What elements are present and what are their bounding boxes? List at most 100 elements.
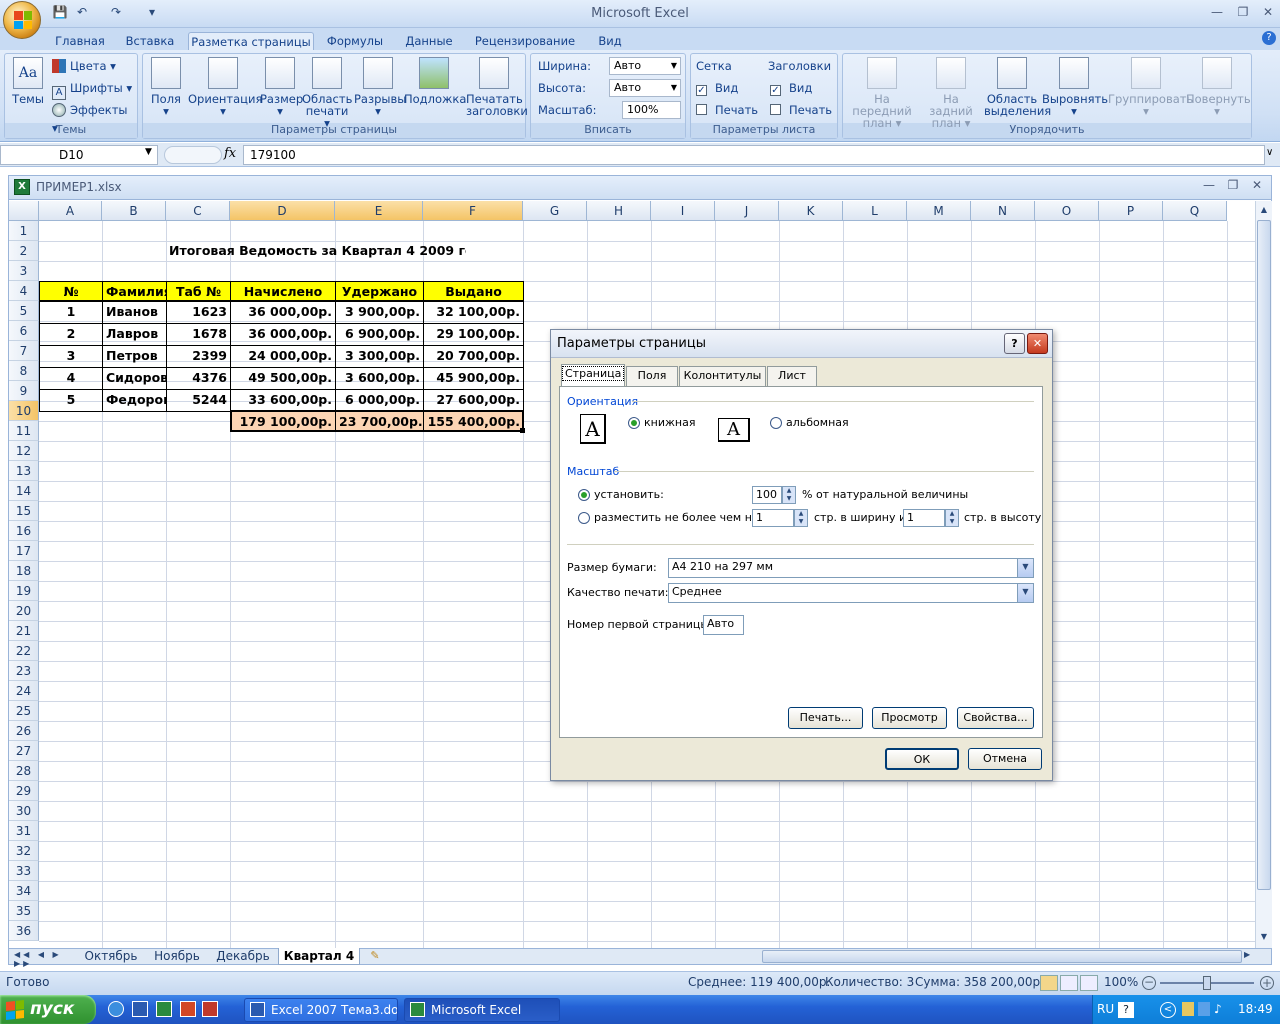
column-header-h[interactable]: H <box>587 201 651 221</box>
table-data-cell[interactable]: 24 000,00р. <box>230 345 336 368</box>
table-data-cell[interactable]: 1 <box>39 301 103 324</box>
row-header-28[interactable]: 28 <box>9 761 39 781</box>
restore-icon[interactable]: ❐ <box>1232 5 1254 23</box>
theme-effects-button[interactable]: Эффекты ▾ <box>52 101 136 135</box>
formula-input[interactable]: 179100 <box>243 145 1265 165</box>
row-header-29[interactable]: 29 <box>9 781 39 801</box>
taskbar-word-doc[interactable]: Excel 2007 Тема3.do... <box>244 998 398 1022</box>
table-header-cell[interactable]: Таб № <box>166 281 231 301</box>
tab-data[interactable]: Данные <box>398 32 460 52</box>
align-button[interactable]: Выровнять ▾ <box>1042 57 1108 119</box>
zoom-slider-thumb[interactable] <box>1203 976 1211 990</box>
cancel-button[interactable]: Отмена <box>968 748 1042 770</box>
table-data-cell[interactable]: 36 000,00р. <box>230 301 336 324</box>
headings-view-checkbox[interactable]: ✓ Вид <box>770 79 834 97</box>
horizontal-scroll-thumb[interactable] <box>762 950 1242 963</box>
portrait-radio[interactable] <box>628 417 640 429</box>
row-header-22[interactable]: 22 <box>9 641 39 661</box>
row-header-7[interactable]: 7 <box>9 341 39 361</box>
adjust-label[interactable]: установить: <box>594 488 664 501</box>
themes-button[interactable]: Aa Темы <box>8 57 48 119</box>
table-header-cell[interactable]: Удержано <box>335 281 424 301</box>
table-data-cell[interactable]: 36 000,00р. <box>230 323 336 346</box>
table-data-cell[interactable]: 1678 <box>166 323 231 346</box>
office-button[interactable] <box>3 1 41 39</box>
table-data-cell[interactable]: 20 700,00р. <box>423 345 524 368</box>
expand-formula-icon[interactable]: ∨ <box>1266 147 1273 158</box>
print-titles-button[interactable]: Печатать заголовки <box>466 57 528 119</box>
name-box[interactable]: D10 <box>0 145 158 165</box>
headings-print-checkbox[interactable]: Печать <box>770 101 834 119</box>
table-data-cell[interactable]: Федоров <box>102 389 167 412</box>
adjust-percent-input[interactable]: 100 <box>752 486 782 504</box>
fit-label[interactable]: разместить не более чем на: <box>594 511 762 524</box>
zoom-in-icon[interactable]: + <box>1260 976 1274 990</box>
fit-height-spinner[interactable]: ▲ ▼ <box>945 509 959 527</box>
adjust-radio[interactable] <box>578 489 590 501</box>
taskbar-excel[interactable]: Microsoft Excel <box>404 998 560 1022</box>
redo-icon[interactable]: ↷ <box>106 5 126 23</box>
total-cell[interactable]: 23 700,00р. <box>335 411 424 431</box>
landscape-label[interactable]: альбомная <box>786 416 849 429</box>
row-header-6[interactable]: 6 <box>9 321 39 341</box>
dialog-tab-page[interactable]: Страница <box>561 364 625 387</box>
scroll-right-icon[interactable]: ▶ <box>1244 950 1250 959</box>
tab-insert[interactable]: Вставка <box>118 32 182 52</box>
table-data-cell[interactable]: 3 600,00р. <box>335 367 424 390</box>
tab-view[interactable]: Вид <box>590 32 630 52</box>
gridlines-print-checkbox[interactable]: Печать <box>696 101 760 119</box>
powerpoint-icon[interactable] <box>180 1001 196 1017</box>
column-header-e[interactable]: E <box>335 201 423 221</box>
sheet-tab-december[interactable]: Декабрь <box>212 948 274 965</box>
gridlines-view-checkbox[interactable]: ✓ Вид <box>696 79 760 97</box>
row-header-13[interactable]: 13 <box>9 461 39 481</box>
chevron-down-icon[interactable]: ▼ <box>1017 584 1033 602</box>
column-header-m[interactable]: M <box>907 201 971 221</box>
table-data-cell[interactable]: Петров <box>102 345 167 368</box>
row-header-24[interactable]: 24 <box>9 681 39 701</box>
sheet-title-cell[interactable]: Итоговая Ведомость за Квартал 4 2009 год… <box>166 241 466 261</box>
table-header-cell[interactable]: Выдано <box>423 281 524 301</box>
column-header-n[interactable]: N <box>971 201 1035 221</box>
fit-scale-spinner[interactable]: 100% <box>622 101 681 119</box>
scroll-up-icon[interactable]: ▲ <box>1257 203 1271 217</box>
print-quality-select[interactable]: Среднее <box>668 583 1034 603</box>
tab-review[interactable]: Рецензирование <box>470 32 580 52</box>
tray-app-icon[interactable] <box>1182 1002 1194 1016</box>
fit-radio[interactable] <box>578 512 590 524</box>
app-icon[interactable] <box>202 1001 218 1017</box>
breaks-button[interactable]: Разрывы ▾ <box>354 57 406 119</box>
table-header-cell[interactable]: № <box>39 281 103 301</box>
wb-close-icon[interactable]: ✕ <box>1246 178 1268 196</box>
help-icon[interactable]: ? <box>1262 31 1276 45</box>
background-button[interactable]: Подложка <box>404 57 466 119</box>
tab-home[interactable]: Главная <box>48 32 112 52</box>
row-header-32[interactable]: 32 <box>9 841 39 861</box>
options-button[interactable]: Свойства... <box>957 707 1034 729</box>
wb-restore-icon[interactable]: ❐ <box>1222 178 1244 196</box>
row-header-19[interactable]: 19 <box>9 581 39 601</box>
ie-icon[interactable] <box>108 1001 124 1017</box>
row-header-25[interactable]: 25 <box>9 701 39 721</box>
wb-minimize-icon[interactable]: — <box>1198 178 1220 196</box>
row-header-10[interactable]: 10 <box>9 401 39 421</box>
row-header-8[interactable]: 8 <box>9 361 39 381</box>
fit-width-combo[interactable]: Авто ▼ <box>609 57 681 75</box>
send-back-button[interactable]: На заднийплан ▾ <box>920 57 982 129</box>
row-header-1[interactable]: 1 <box>9 221 39 241</box>
table-data-cell[interactable]: 33 600,00р. <box>230 389 336 412</box>
row-header-3[interactable]: 3 <box>9 261 39 281</box>
excel-icon[interactable] <box>156 1001 172 1017</box>
table-data-cell[interactable]: 6 900,00р. <box>335 323 424 346</box>
table-data-cell[interactable]: 27 600,00р. <box>423 389 524 412</box>
table-data-cell[interactable]: 2 <box>39 323 103 346</box>
column-header-d[interactable]: D <box>230 201 335 221</box>
sheet-tab-november[interactable]: Ноябрь <box>148 948 206 965</box>
column-header-j[interactable]: J <box>715 201 779 221</box>
adjust-spinner[interactable]: ▲ ▼ <box>782 486 796 504</box>
select-all-corner[interactable] <box>9 201 39 221</box>
column-header-l[interactable]: L <box>843 201 907 221</box>
column-header-o[interactable]: O <box>1035 201 1099 221</box>
margins-button[interactable]: Поля ▾ <box>146 57 186 119</box>
column-header-q[interactable]: Q <box>1163 201 1227 221</box>
